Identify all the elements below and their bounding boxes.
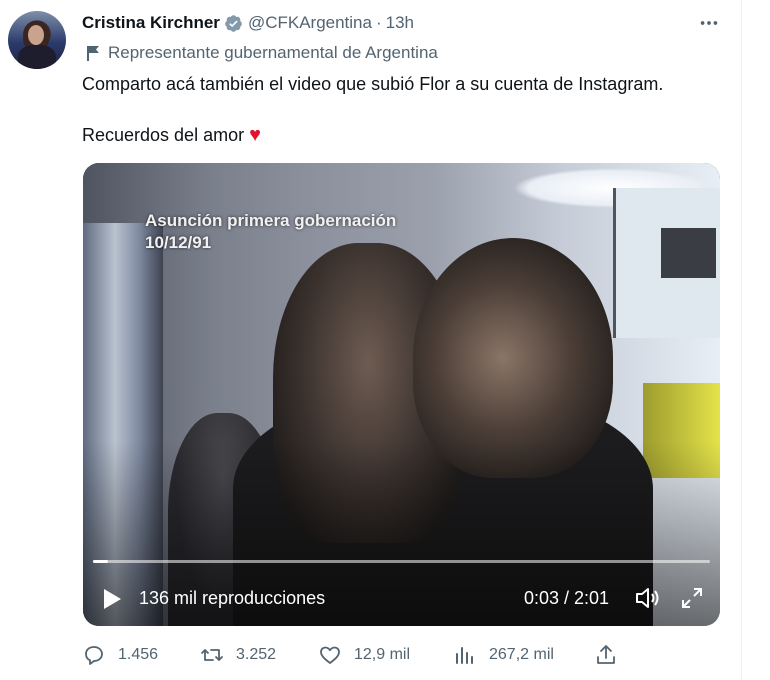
heart-emoji-icon: ♥ [249, 124, 261, 146]
reply-button[interactable]: 1.456 [82, 643, 158, 667]
like-icon [320, 646, 340, 664]
government-label-text: Representante gubernamental de Argentina [108, 43, 438, 62]
tweet-text-line2-words: Recuerdos del amor [82, 125, 245, 145]
separator-dot: · [375, 13, 382, 32]
video-caption: Asunción primera gobernación 10/12/91 [145, 210, 396, 254]
avatar-face [28, 25, 44, 45]
video-player[interactable]: Asunción primera gobernación 10/12/91 13… [83, 163, 720, 626]
share-button[interactable] [594, 643, 630, 667]
tweet-actions: 1.456 3.252 12,9 mil 267,2 mil [82, 643, 622, 669]
tweet-header: Cristina Kirchner @CFKArgentina · 13h [82, 12, 414, 34]
play-icon[interactable] [101, 587, 123, 611]
progress-fill [93, 560, 109, 563]
views-button[interactable]: 267,2 mil [453, 643, 554, 667]
more-horizontal-icon[interactable] [698, 12, 720, 40]
reply-count: 1.456 [118, 646, 159, 663]
reply-icon [85, 646, 103, 665]
fullscreen-icon[interactable] [680, 586, 704, 610]
video-timecode: 0:03 / 2:01 [524, 588, 610, 608]
author-name[interactable]: Cristina Kirchner [82, 13, 220, 33]
progress-bar[interactable] [93, 560, 710, 563]
verified-badge-icon [224, 14, 243, 33]
tweet-time[interactable]: 13h [386, 13, 414, 33]
tweet-text-line1: Comparto acá también el video que subió … [82, 74, 664, 94]
flag-icon [87, 46, 99, 61]
avatar-shirt [18, 45, 56, 69]
share-icon [597, 645, 615, 664]
government-label[interactable]: Representante gubernamental de Argentina [86, 43, 438, 63]
right-divider [741, 0, 742, 680]
avatar[interactable] [8, 11, 66, 69]
views-count: 267,2 mil [489, 646, 554, 663]
like-count: 12,9 mil [354, 646, 411, 663]
analytics-icon [456, 647, 473, 664]
author-handle[interactable]: @CFKArgentina [248, 13, 372, 33]
tweet-text-line2: Recuerdos del amor ♥ [82, 124, 261, 147]
like-button[interactable]: 12,9 mil [318, 643, 410, 667]
video-caption-line1: Asunción primera gobernación [145, 211, 397, 230]
video-caption-line2: 10/12/91 [145, 233, 212, 252]
video-views: 136 mil reproducciones [139, 588, 326, 608]
volume-icon[interactable] [634, 586, 660, 610]
retweet-icon [201, 649, 223, 661]
retweet-count: 3.252 [236, 646, 277, 663]
retweet-button[interactable]: 3.252 [200, 643, 276, 667]
